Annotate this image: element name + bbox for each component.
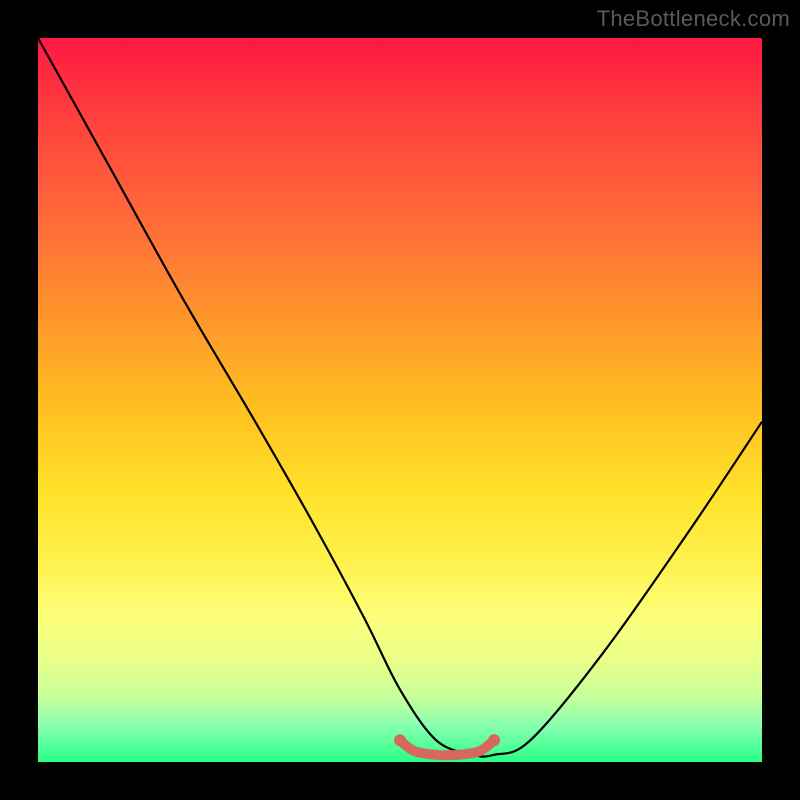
chart-svg	[38, 38, 762, 762]
plot-area	[38, 38, 762, 762]
main-curve	[38, 38, 762, 757]
watermark-text: TheBottleneck.com	[597, 6, 790, 32]
flat-segment-end-dot	[488, 734, 500, 746]
flat-segment-start-dot	[394, 734, 406, 746]
chart-root: TheBottleneck.com	[0, 0, 800, 800]
